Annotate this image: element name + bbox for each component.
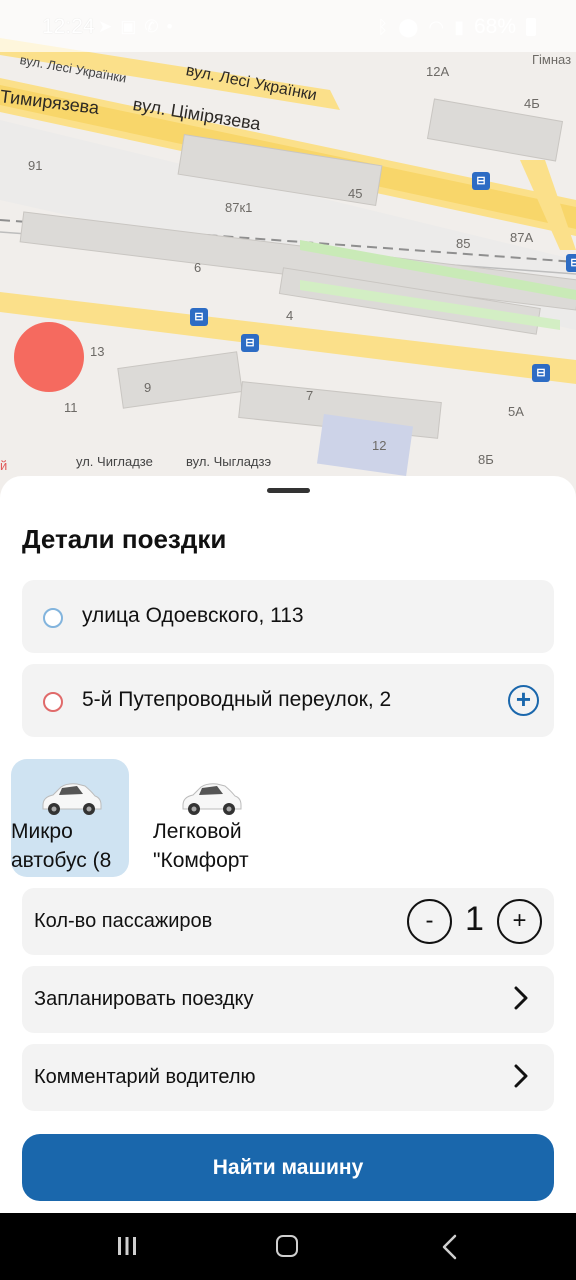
bus-stop-icon[interactable]: ⊟ <box>472 172 490 190</box>
house-number: 45 <box>348 186 363 201</box>
notification-icons: ➤ ▣ ✆ • <box>98 17 173 37</box>
from-address-text: улица Одоевского, 113 <box>82 604 304 627</box>
house-number: 87к1 <box>225 200 253 215</box>
car-icon <box>182 783 242 815</box>
to-address-text: 5-й Путепроводный переулок, 2 <box>82 688 392 711</box>
destination-circle-icon <box>43 692 63 712</box>
house-number: 85 <box>456 236 471 251</box>
status-bar: 12:24 ➤ ▣ ✆ • ᛒ ⬤ ◠ ▮ 68% <box>0 0 576 52</box>
to-address-field[interactable]: 5-й Путепроводный переулок, 2 + <box>22 664 554 737</box>
house-number: 8Б <box>478 452 494 467</box>
bus-stop-icon[interactable]: ⊟ <box>532 364 550 382</box>
house-number: 91 <box>28 158 43 173</box>
chevron-right-icon <box>514 1064 528 1088</box>
find-car-button[interactable]: Найти машину <box>22 1134 554 1201</box>
house-number: 5А <box>508 404 524 419</box>
increase-passengers-button[interactable]: + <box>497 899 542 944</box>
passengers-label: Кол-во пассажиров <box>34 910 213 932</box>
add-stop-icon[interactable]: + <box>508 685 539 716</box>
house-number: 12А <box>426 64 450 79</box>
bluetooth-icon: ᛒ <box>377 16 389 37</box>
driver-comment-label: Комментарий водителю <box>34 1066 256 1088</box>
decrease-passengers-button[interactable]: - <box>407 899 452 944</box>
house-number: 11 <box>64 400 78 415</box>
house-number: й <box>0 458 8 473</box>
house-number: 4Б <box>524 96 540 111</box>
map-view[interactable]: вул. Лесі Українки вул. Лесі Українки Ти… <box>0 0 576 500</box>
bus-stop-icon[interactable]: ⊟ <box>241 334 259 352</box>
house-number: 7 <box>306 388 314 403</box>
car-option-label: Микро автобус (8 <box>11 820 112 872</box>
gamepad-icon: ▣ <box>120 17 137 36</box>
telegram-icon: ➤ <box>98 17 113 36</box>
bus-stop-icon[interactable]: ⊟ <box>566 254 576 272</box>
chevron-right-icon <box>514 986 528 1010</box>
street-label: вул. Чыгладзэ <box>186 454 272 469</box>
schedule-trip-row[interactable]: Запланировать поездку <box>22 966 554 1033</box>
viber-icon: ✆ <box>144 17 159 36</box>
drag-handle[interactable] <box>267 488 310 493</box>
passengers-row: Кол-во пассажиров - 1 + <box>22 888 554 955</box>
location-icon: ⬤ <box>398 16 419 37</box>
home-icon[interactable] <box>276 1235 298 1257</box>
car-icon <box>42 783 102 815</box>
house-number: 6 <box>194 260 202 275</box>
from-address-field[interactable]: улица Одоевского, 113 <box>22 580 554 653</box>
schedule-trip-label: Запланировать поездку <box>34 988 254 1010</box>
recent-apps-icon[interactable] <box>116 1235 138 1257</box>
house-number: 12 <box>372 438 387 453</box>
wifi-icon: ◠ <box>428 16 445 37</box>
passengers-count: 1 <box>465 900 484 938</box>
trip-details-sheet: Детали поездки улица Одоевского, 113 5-й… <box>0 476 576 1213</box>
back-icon[interactable] <box>440 1234 458 1260</box>
battery-percent: 68% <box>473 15 516 38</box>
street-label: ул. Чигладзе <box>76 454 153 469</box>
sheet-title: Детали поездки <box>22 524 227 554</box>
car-option-minibus[interactable]: Микро автобус (8 <box>11 759 129 877</box>
system-icons: ᛒ ⬤ ◠ ▮ 68% <box>377 15 536 39</box>
status-time: 12:24 <box>42 15 95 38</box>
origin-circle-icon <box>43 608 63 628</box>
battery-icon <box>526 18 536 36</box>
bus-stop-icon[interactable]: ⊟ <box>190 308 208 326</box>
house-number: 4 <box>286 308 294 323</box>
driver-comment-row[interactable]: Комментарий водителю <box>22 1044 554 1111</box>
navigation-bar <box>0 1213 576 1280</box>
dot-icon: • <box>166 17 173 36</box>
house-number: 13 <box>90 344 105 359</box>
house-number: 9 <box>144 380 152 395</box>
house-number: 87А <box>510 230 534 245</box>
current-location-marker[interactable] <box>14 322 84 392</box>
car-option-comfort[interactable]: Легковой "Комфорт <box>153 759 271 877</box>
signal-icon: ▮ <box>454 16 464 37</box>
car-option-label: Легковой "Комфорт <box>153 820 249 872</box>
house-number: Гімназ <box>532 52 572 67</box>
